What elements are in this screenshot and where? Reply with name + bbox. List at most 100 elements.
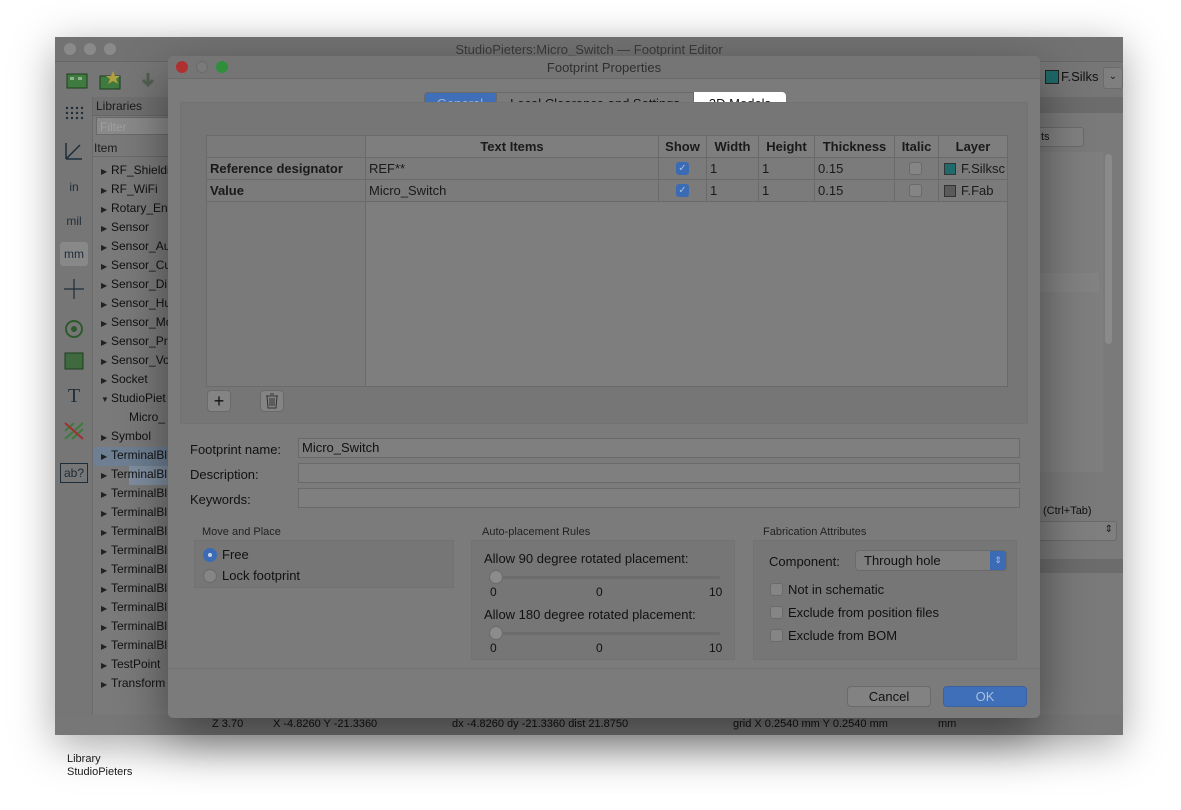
expand-right-icon[interactable]: ▶ — [101, 314, 111, 332]
expand-right-icon[interactable]: ▶ — [101, 371, 111, 389]
rotate90-slider-knob[interactable] — [489, 570, 503, 584]
keywords-input[interactable] — [298, 488, 1020, 508]
expand-right-icon[interactable]: ▶ — [101, 333, 111, 351]
expand-right-icon[interactable]: ▶ — [101, 276, 111, 294]
expand-right-icon[interactable]: ▶ — [101, 618, 111, 636]
rotate180-slider-track[interactable] — [490, 632, 720, 635]
cell-value-thickness[interactable]: 0.15 — [815, 180, 895, 202]
exclude-bom-checkbox[interactable] — [770, 629, 783, 642]
expand-right-icon[interactable]: ▶ — [101, 485, 111, 503]
component-select[interactable]: Through hole ⇕ — [855, 550, 1007, 571]
exclude-position-files-label[interactable]: Exclude from position files — [788, 605, 939, 620]
cell-reference-italic[interactable] — [895, 158, 939, 180]
expand-right-icon[interactable]: ▶ — [101, 181, 111, 199]
library-item-label: TerminalBl — [111, 524, 168, 538]
expand-right-icon[interactable]: ▶ — [101, 599, 111, 617]
expand-right-icon[interactable]: ▶ — [101, 219, 111, 237]
expand-down-icon[interactable]: ▼ — [101, 390, 111, 408]
layer-selector-label[interactable]: F.Silks — [1061, 69, 1099, 84]
expand-right-icon[interactable]: ▶ — [101, 238, 111, 256]
auto-placement-group: Allow 90 degree rotated placement: 0 0 1… — [471, 540, 735, 660]
rotate90-slider-track[interactable] — [490, 576, 720, 579]
exclude-position-files-checkbox[interactable] — [770, 606, 783, 619]
cell-reference-width[interactable]: 1 — [707, 158, 759, 180]
add-text-item-button[interactable]: + — [207, 390, 231, 412]
cell-reference-text[interactable]: REF** — [366, 158, 659, 180]
new-footprint-wizard-icon[interactable] — [97, 70, 123, 92]
units-inch-icon[interactable]: in — [60, 175, 88, 199]
cell-value-width[interactable]: 1 — [707, 180, 759, 202]
polar-coords-icon[interactable] — [60, 139, 88, 163]
expand-right-icon[interactable]: ▶ — [101, 580, 111, 598]
expand-right-icon[interactable]: ▶ — [101, 200, 111, 218]
expand-right-icon[interactable]: ▶ — [101, 352, 111, 370]
not-in-schematic-checkbox[interactable] — [770, 583, 783, 596]
description-input[interactable] — [298, 463, 1020, 483]
units-mm-icon[interactable]: mm — [60, 242, 88, 266]
cell-value-height[interactable]: 1 — [759, 180, 815, 202]
library-item-label: Sensor_Vo — [111, 353, 170, 367]
right-panel-scrollbar[interactable] — [1105, 154, 1112, 344]
expand-right-icon[interactable]: ▶ — [101, 656, 111, 674]
ok-button[interactable]: OK — [943, 686, 1027, 707]
full-crosshair-icon[interactable] — [60, 277, 88, 301]
new-footprint-icon[interactable] — [64, 70, 90, 92]
free-radio-label[interactable]: Free — [222, 547, 249, 562]
cell-reference-layer[interactable]: F.Silksc — [939, 158, 1007, 180]
cancel-button[interactable]: Cancel — [847, 686, 931, 707]
cell-reference-thickness[interactable]: 0.15 — [815, 158, 895, 180]
text-variables-icon[interactable]: ab? — [60, 463, 88, 483]
delete-text-item-button[interactable] — [260, 390, 284, 412]
status-zoom: Z 3.70 — [212, 718, 244, 730]
reference-show-checkbox[interactable]: ✓ — [676, 162, 689, 175]
cell-reference-height[interactable]: 1 — [759, 158, 815, 180]
lock-footprint-radio[interactable] — [203, 569, 217, 583]
cell-reference-show[interactable]: ✓ — [659, 158, 707, 180]
status-delta: dx -4.8260 dy -21.3360 dist 21.8750 — [452, 718, 629, 730]
expand-right-icon[interactable]: ▶ — [101, 542, 111, 560]
cell-value-text[interactable]: Micro_Switch — [366, 180, 659, 202]
reference-italic-checkbox[interactable] — [909, 162, 922, 175]
show-pads-sketch-icon[interactable] — [60, 317, 88, 341]
cell-value-italic[interactable] — [895, 180, 939, 202]
right-panel-dropdown[interactable]: ⇕ — [1033, 521, 1117, 541]
header-italic: Italic — [895, 136, 939, 158]
expand-right-icon[interactable]: ▶ — [101, 295, 111, 313]
library-item-label: Sensor_Pr — [111, 334, 168, 348]
rotate180-slider-knob[interactable] — [489, 626, 503, 640]
footprint-name-input[interactable]: Micro_Switch — [298, 438, 1020, 458]
expand-right-icon[interactable]: ▶ — [101, 447, 111, 465]
expand-right-icon[interactable]: ▶ — [101, 637, 111, 655]
value-italic-checkbox[interactable] — [909, 184, 922, 197]
library-item-label: Transform — [111, 676, 166, 690]
grid-toggle-icon[interactable] — [60, 103, 88, 127]
not-in-schematic-label[interactable]: Not in schematic — [788, 582, 884, 597]
expand-right-icon[interactable]: ▶ — [101, 257, 111, 275]
show-text-sketch-icon[interactable]: T — [60, 384, 88, 408]
expand-right-icon[interactable]: ▶ — [101, 162, 111, 180]
load-footprint-icon[interactable] — [135, 70, 161, 92]
library-item-label: TerminalBl — [111, 448, 168, 462]
exclude-bom-label[interactable]: Exclude from BOM — [788, 628, 897, 643]
free-radio[interactable] — [203, 548, 217, 562]
high-contrast-icon[interactable] — [60, 419, 88, 443]
cell-value-layer[interactable]: F.Fab — [939, 180, 1007, 202]
cell-value-show[interactable]: ✓ — [659, 180, 707, 202]
layer-dropdown-chevron-icon[interactable]: ⌄ — [1103, 67, 1123, 89]
show-graphics-sketch-icon[interactable] — [60, 349, 88, 373]
right-panel-list — [1033, 152, 1103, 472]
status-units: mm — [938, 718, 957, 730]
value-show-checkbox[interactable]: ✓ — [676, 184, 689, 197]
right-panel-tab[interactable]: ts — [1038, 127, 1084, 147]
rotate90-label: Allow 90 degree rotated placement: — [484, 551, 689, 566]
expand-right-icon[interactable]: ▶ — [101, 675, 111, 693]
expand-right-icon[interactable]: ▶ — [101, 523, 111, 541]
move-place-group: Free Lock footprint — [194, 540, 454, 588]
expand-right-icon[interactable]: ▶ — [101, 504, 111, 522]
expand-right-icon[interactable]: ▶ — [101, 428, 111, 446]
expand-right-icon[interactable]: ▶ — [101, 561, 111, 579]
lock-footprint-radio-label[interactable]: Lock footprint — [222, 568, 300, 583]
expand-right-icon[interactable]: ▶ — [101, 466, 111, 484]
rotate90-min-label: 0 — [490, 585, 497, 599]
units-mil-icon[interactable]: mil — [60, 209, 88, 233]
